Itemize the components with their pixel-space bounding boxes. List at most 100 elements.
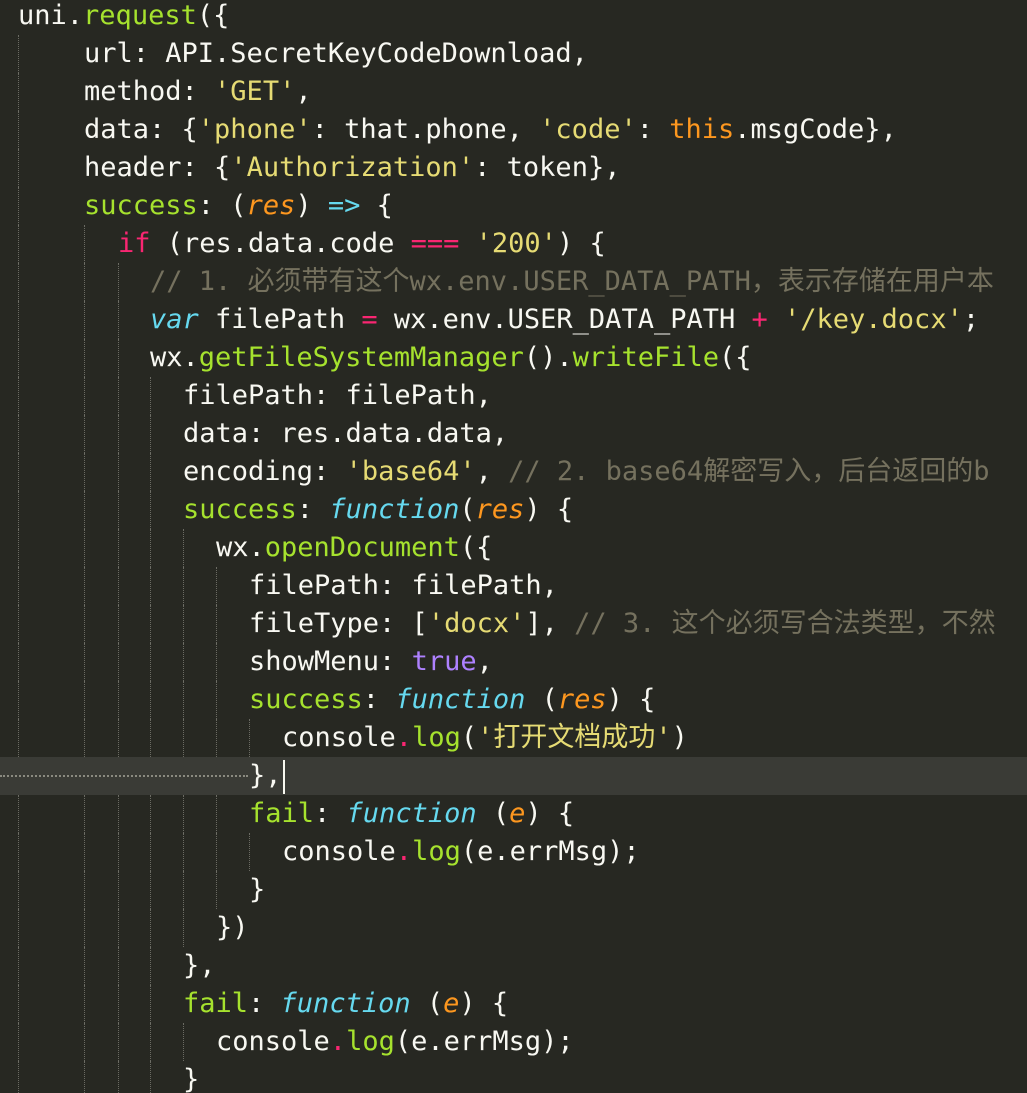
code-token: filePath: filePath, <box>183 380 492 411</box>
indent-guide <box>118 719 119 757</box>
code-token: ( <box>459 494 476 525</box>
code-editor[interactable]: uni.request({url: API.SecretKeyCodeDownl… <box>0 0 1027 1093</box>
code-line[interactable]: var filePath = wx.env.USER_DATA_PATH + '… <box>0 301 1027 339</box>
code-text: filePath: filePath, <box>249 567 558 605</box>
code-line[interactable]: data: {'phone': that.phone, 'code': this… <box>0 111 1027 149</box>
code-token: function <box>346 798 477 829</box>
code-line[interactable]: } <box>0 871 1027 909</box>
code-token: ; <box>962 304 980 335</box>
code-token: console <box>216 1026 330 1057</box>
code-token: : ( <box>197 190 247 221</box>
code-token: openDocument <box>264 532 460 563</box>
code-text: if (res.data.code === '200') { <box>118 225 606 263</box>
code-line[interactable]: console.log(e.errMsg); <box>0 833 1027 871</box>
code-line[interactable]: if (res.data.code === '200') { <box>0 225 1027 263</box>
code-token: success <box>249 684 363 715</box>
code-token: ) <box>671 722 688 753</box>
code-token: if <box>118 228 151 259</box>
indent-guide <box>150 605 151 643</box>
code-text: console.log(e.errMsg); <box>282 833 640 871</box>
indent-guide <box>84 681 85 719</box>
code-token: : <box>362 684 396 715</box>
code-token: , <box>475 456 509 487</box>
code-token: , <box>476 646 493 677</box>
code-token: ({ <box>196 0 230 31</box>
code-line[interactable]: filePath: filePath, <box>0 377 1027 415</box>
code-token: wx. <box>150 342 199 373</box>
code-text: data: {'phone': that.phone, 'code': this… <box>84 111 897 149</box>
code-line[interactable]: success: (res) => { <box>0 187 1027 225</box>
code-token: : that.phone, <box>311 114 540 145</box>
code-line[interactable]: wx.getFileSystemManager().writeFile({ <box>0 339 1027 377</box>
code-line[interactable]: }, <box>0 757 1027 795</box>
indent-guide <box>118 871 119 909</box>
indent-guide <box>183 567 184 605</box>
code-token: 'code' <box>539 114 637 145</box>
code-line[interactable]: console.log('打开文档成功') <box>0 719 1027 757</box>
code-line[interactable]: } <box>0 1061 1027 1093</box>
code-token: filePath <box>198 304 362 335</box>
code-text: success: function (res) { <box>249 681 655 719</box>
code-token: { <box>360 190 393 221</box>
code-line[interactable]: fail: function (e) { <box>0 985 1027 1023</box>
indent-guide <box>150 491 151 529</box>
code-token: wx.env.USER_DATA_PATH <box>377 304 752 335</box>
code-token: fail <box>183 988 249 1019</box>
indent-guide <box>150 871 151 909</box>
code-text: }, <box>249 757 285 795</box>
code-line[interactable]: }, <box>0 947 1027 985</box>
code-token: ], <box>525 608 575 639</box>
code-line[interactable]: encoding: 'base64', // 2. base64解密写入，后台返… <box>0 453 1027 491</box>
code-line[interactable]: filePath: filePath, <box>0 567 1027 605</box>
code-token: '200' <box>475 228 557 259</box>
indent-guide <box>84 415 85 453</box>
code-line[interactable]: // 1. 必须带有这个wx.env.USER_DATA_PATH，表示存储在用… <box>0 263 1027 301</box>
indent-guide <box>216 681 217 719</box>
code-text: var filePath = wx.env.USER_DATA_PATH + '… <box>150 301 979 339</box>
indent-guide <box>150 1061 151 1093</box>
indent-guide <box>18 605 19 643</box>
code-token: success <box>183 494 297 525</box>
indent-guide <box>183 643 184 681</box>
code-token: ) { <box>606 684 656 715</box>
code-line[interactable]: fail: function (e) { <box>0 795 1027 833</box>
code-line[interactable]: fileType: ['docx'], // 3. 这个必须写合法类型，不然 <box>0 605 1027 643</box>
code-line[interactable]: showMenu: true, <box>0 643 1027 681</box>
code-line[interactable]: data: res.data.data, <box>0 415 1027 453</box>
indent-guide <box>118 1061 119 1093</box>
code-line[interactable]: success: function (res) { <box>0 681 1027 719</box>
code-token: : <box>296 494 330 525</box>
code-line[interactable]: uni.request({ <box>0 0 1027 35</box>
code-token: ) { <box>524 494 574 525</box>
indent-guide <box>183 681 184 719</box>
code-line[interactable]: }) <box>0 909 1027 947</box>
code-token: data: res.data.data, <box>183 418 509 449</box>
code-token: : <box>248 988 281 1019</box>
indent-guide <box>84 339 85 377</box>
code-line[interactable]: header: {'Authorization': token}, <box>0 149 1027 187</box>
indent-guide <box>183 529 184 567</box>
code-line[interactable]: console.log(e.errMsg); <box>0 1023 1027 1061</box>
code-text: showMenu: true, <box>249 643 493 681</box>
code-token: this <box>669 114 735 145</box>
code-token: . <box>66 0 84 31</box>
code-line[interactable]: url: API.SecretKeyCodeDownload, <box>0 35 1027 73</box>
code-line[interactable]: success: function(res) { <box>0 491 1027 529</box>
code-text: header: {'Authorization': token}, <box>84 149 620 187</box>
indent-guide <box>150 795 151 833</box>
indent-guide <box>18 1023 19 1061</box>
code-text: url: API.SecretKeyCodeDownload, <box>84 35 588 73</box>
code-token: ) { <box>556 228 606 259</box>
code-token: function <box>395 684 526 715</box>
indent-guide <box>18 301 19 339</box>
code-token: var <box>150 304 199 335</box>
indent-guide <box>216 871 217 909</box>
indent-guide <box>118 567 119 605</box>
code-token: success <box>84 190 198 221</box>
code-line[interactable]: method: 'GET', <box>0 73 1027 111</box>
code-text: method: 'GET', <box>84 73 312 111</box>
code-line[interactable]: wx.openDocument({ <box>0 529 1027 567</box>
indent-guide <box>118 909 119 947</box>
code-token: 'Authorization' <box>230 152 475 183</box>
code-token: . <box>329 1026 347 1057</box>
